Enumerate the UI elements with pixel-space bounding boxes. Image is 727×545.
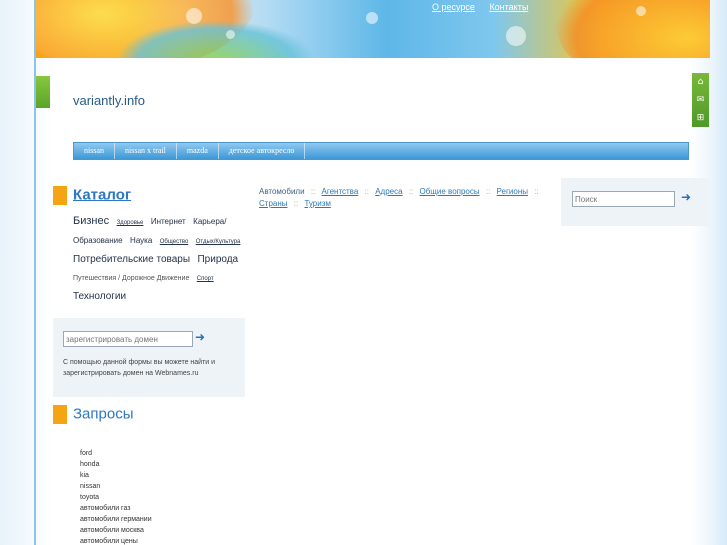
banner-bubble — [366, 12, 378, 24]
arrow-right-icon[interactable]: ➜ — [681, 190, 691, 204]
domain-form-description: С помощью данной формы вы можете найти и… — [63, 359, 216, 377]
banner-bubble — [636, 6, 646, 16]
queries-list: ford honda kia nissan toyota автомобили … — [80, 448, 152, 545]
breadcrumb: Автомобили :: Агентства :: Адреса :: Общ… — [259, 186, 549, 210]
catalog-item[interactable]: Природа — [197, 254, 238, 265]
section-marker — [53, 405, 67, 424]
query-item[interactable]: автомобили цены — [80, 536, 152, 545]
query-item[interactable]: toyota — [80, 492, 152, 503]
catalog-item[interactable]: Общество — [160, 239, 189, 245]
queries-title: Запросы — [73, 405, 134, 423]
domain-register-box: ➜ С помощью данной формы вы можете найти… — [53, 318, 245, 397]
breadcrumb-link[interactable]: Туризм — [304, 199, 330, 208]
arrow-right-icon[interactable]: ➜ — [195, 330, 205, 344]
nav-item-mazda[interactable]: mazda — [177, 143, 219, 159]
contacts-link[interactable]: Контакты — [489, 2, 528, 12]
search-box: ➜ — [561, 178, 709, 226]
queries-header: Запросы — [53, 405, 134, 424]
catalog-tag-cloud: Бизнес Здоровье Интернет Карьера/Образов… — [73, 212, 245, 305]
banner-bubble — [186, 8, 202, 24]
search-input[interactable] — [572, 191, 675, 207]
green-accent-bar — [36, 76, 50, 108]
nav-item-child-seat[interactable]: детское автокресло — [219, 143, 306, 159]
right-icon-strip: ⌂ ✉ ⊞ — [692, 73, 709, 127]
home-icon[interactable]: ⌂ — [692, 73, 709, 91]
nav-item-nissan[interactable]: nissan — [74, 143, 115, 159]
catalog-item[interactable]: Технологии — [73, 291, 126, 302]
breadcrumb-separator: :: — [310, 187, 316, 196]
breadcrumb-separator: :: — [485, 187, 491, 196]
domain-input[interactable] — [63, 331, 193, 347]
query-item[interactable]: honda — [80, 459, 152, 470]
main-nav: nissan nissan x trail mazda детское авто… — [73, 142, 689, 160]
nav-item-nissan-x-trail[interactable]: nissan x trail — [115, 143, 177, 159]
catalog-item[interactable]: Здоровье — [117, 220, 144, 226]
about-link[interactable]: О ресурсе — [432, 2, 475, 12]
breadcrumb-link[interactable]: Адреса — [375, 187, 402, 196]
site-title: variantly.info — [73, 93, 146, 108]
catalog-header: Каталог — [53, 186, 131, 205]
query-item[interactable]: автомобили германии — [80, 514, 152, 525]
query-item[interactable]: nissan — [80, 481, 152, 492]
banner-bubble — [506, 26, 526, 46]
sitemap-icon[interactable]: ⊞ — [692, 109, 709, 127]
breadcrumb-separator: :: — [534, 187, 539, 196]
breadcrumb-link[interactable]: Общие вопросы — [420, 187, 480, 196]
query-item[interactable]: автомобили москва — [80, 525, 152, 536]
section-marker — [53, 186, 67, 205]
catalog-item[interactable]: Отдых/Культура — [196, 239, 241, 245]
catalog-item[interactable]: Потребительские товары — [73, 254, 190, 265]
breadcrumb-separator: :: — [364, 187, 369, 196]
breadcrumb-separator: :: — [293, 199, 299, 208]
catalog-item[interactable]: Наука — [130, 236, 152, 245]
top-links: О ресурсе Контакты — [432, 2, 540, 12]
breadcrumb-root: Автомобили — [259, 187, 305, 196]
breadcrumb-link[interactable]: Агентства — [322, 187, 359, 196]
breadcrumb-link[interactable]: Страны — [259, 199, 288, 208]
breadcrumb-link[interactable]: Регионы — [497, 187, 528, 196]
banner-decoration — [556, 0, 710, 58]
catalog-item[interactable]: Интернет — [151, 217, 186, 226]
banner-bubble — [226, 30, 235, 39]
breadcrumb-separator: :: — [408, 187, 414, 196]
query-item[interactable]: ford — [80, 448, 152, 459]
catalog-title[interactable]: Каталог — [73, 186, 131, 203]
mail-icon[interactable]: ✉ — [692, 91, 709, 109]
catalog-item[interactable]: Бизнес — [73, 215, 109, 227]
catalog-item[interactable]: Путешествия / Дорожное Движение — [73, 275, 189, 282]
catalog-item[interactable]: Спорт — [197, 276, 214, 282]
query-item[interactable]: автомобили газ — [80, 503, 152, 514]
header-banner — [36, 0, 710, 58]
query-item[interactable]: kia — [80, 470, 152, 481]
page: О ресурсе Контакты variantly.info ⌂ ✉ ⊞ … — [0, 0, 727, 545]
